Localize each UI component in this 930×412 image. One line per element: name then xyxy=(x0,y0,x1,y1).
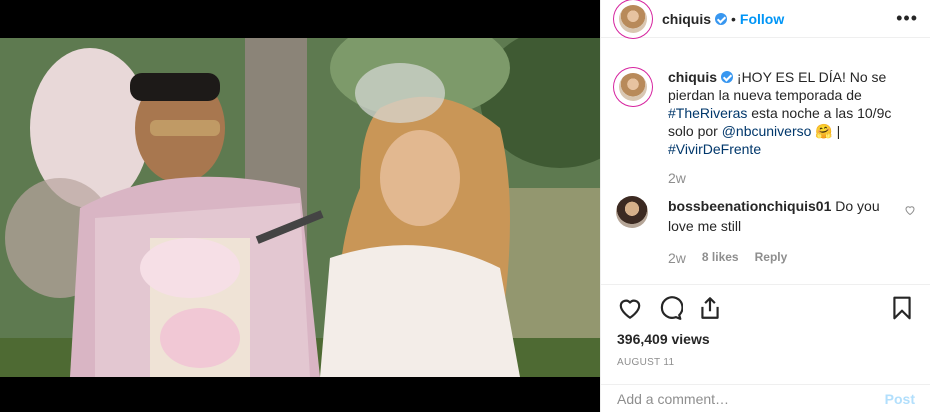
caption-text: chiquis ¡HOY ES EL DÍA! No se pierdan la… xyxy=(668,68,908,158)
comment-likes[interactable]: 8 likes xyxy=(702,250,739,266)
more-options-icon[interactable]: ••• xyxy=(896,8,918,29)
hashtag-link[interactable]: #TheRiveras xyxy=(668,105,747,121)
hug-emoji: 🤗 xyxy=(815,123,833,139)
follow-button[interactable]: Follow xyxy=(740,11,784,27)
author-username[interactable]: chiquis xyxy=(662,11,711,27)
post-actions: 396,409 views AUGUST 11 xyxy=(601,284,930,368)
share-icon[interactable] xyxy=(697,295,723,321)
instagram-post: chiquis • Follow ••• chiquis ¡HOY ES EL … xyxy=(0,0,930,412)
comment-timestamp[interactable]: 2w xyxy=(668,250,686,266)
comment-meta: 2w 8 likes Reply xyxy=(668,250,916,266)
video-still xyxy=(0,38,600,377)
add-comment-bar: Post xyxy=(601,384,930,412)
video-player[interactable] xyxy=(0,38,600,377)
comment-text: bossbeenationchiquis01 Do you love me st… xyxy=(668,196,898,236)
commenter-avatar[interactable] xyxy=(616,196,648,228)
reply-button[interactable]: Reply xyxy=(755,250,788,266)
commenter-username[interactable]: bossbeenationchiquis01 xyxy=(668,198,831,214)
mention-link[interactable]: @nbcuniverso xyxy=(722,123,812,139)
comment-icon[interactable] xyxy=(657,295,683,321)
heart-icon[interactable] xyxy=(617,295,643,321)
post-sidebar: chiquis • Follow ••• chiquis ¡HOY ES EL … xyxy=(600,0,930,412)
post-comment-button[interactable]: Post xyxy=(885,391,915,407)
caption: chiquis ¡HOY ES EL DÍA! No se pierdan la… xyxy=(616,68,916,158)
post-header: chiquis • Follow ••• xyxy=(601,0,930,38)
author-avatar[interactable] xyxy=(616,1,650,36)
hashtag-link[interactable]: #VivirDeFrente xyxy=(668,141,761,157)
post-media[interactable] xyxy=(0,0,600,412)
bookmark-icon[interactable] xyxy=(889,295,915,321)
separator-dot: • xyxy=(731,10,736,27)
action-bar xyxy=(617,285,915,331)
comment-item: bossbeenationchiquis01 Do you love me st… xyxy=(616,196,916,236)
caption-avatar[interactable] xyxy=(616,70,650,104)
view-count[interactable]: 396,409 views xyxy=(617,331,915,347)
comment-like-heart-icon[interactable] xyxy=(904,204,916,216)
caption-timestamp[interactable]: 2w xyxy=(668,170,916,186)
caption-username[interactable]: chiquis xyxy=(668,69,717,85)
verified-badge-icon xyxy=(715,12,728,25)
caption-text-part: | xyxy=(832,123,841,139)
comment-input[interactable] xyxy=(617,390,885,407)
verified-badge-icon xyxy=(721,71,734,83)
post-date[interactable]: AUGUST 11 xyxy=(617,357,915,368)
comments-section: chiquis ¡HOY ES EL DÍA! No se pierdan la… xyxy=(601,68,930,266)
